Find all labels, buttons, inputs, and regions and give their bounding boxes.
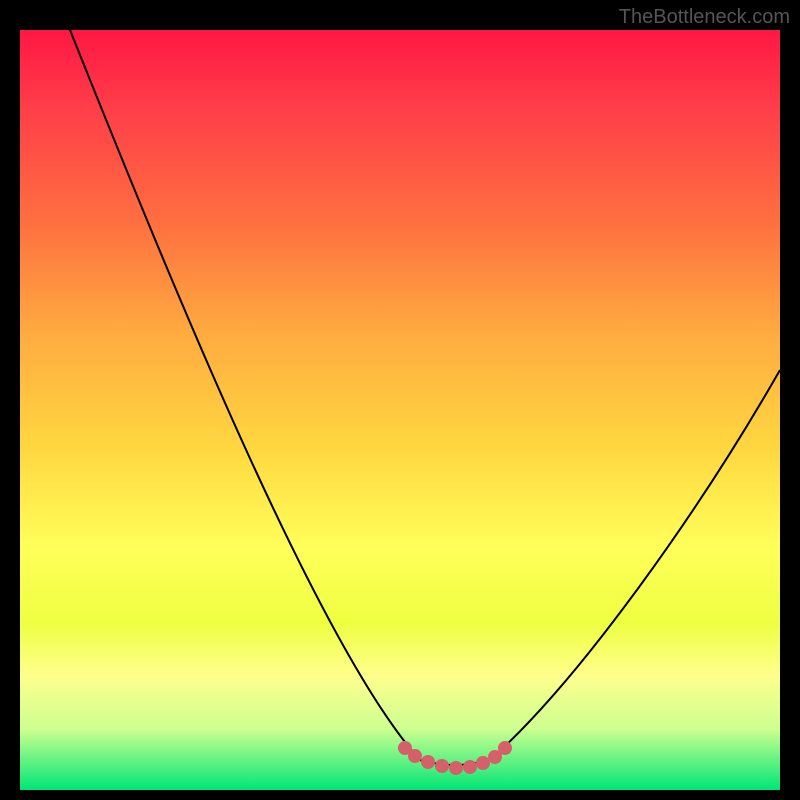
curve-left: [70, 30, 420, 760]
optimal-zone-markers: [398, 741, 512, 775]
chart-plot-area: [20, 30, 780, 790]
watermark-text: TheBottleneck.com: [619, 6, 790, 29]
curve-right: [490, 370, 780, 760]
chart-svg: [20, 30, 780, 790]
